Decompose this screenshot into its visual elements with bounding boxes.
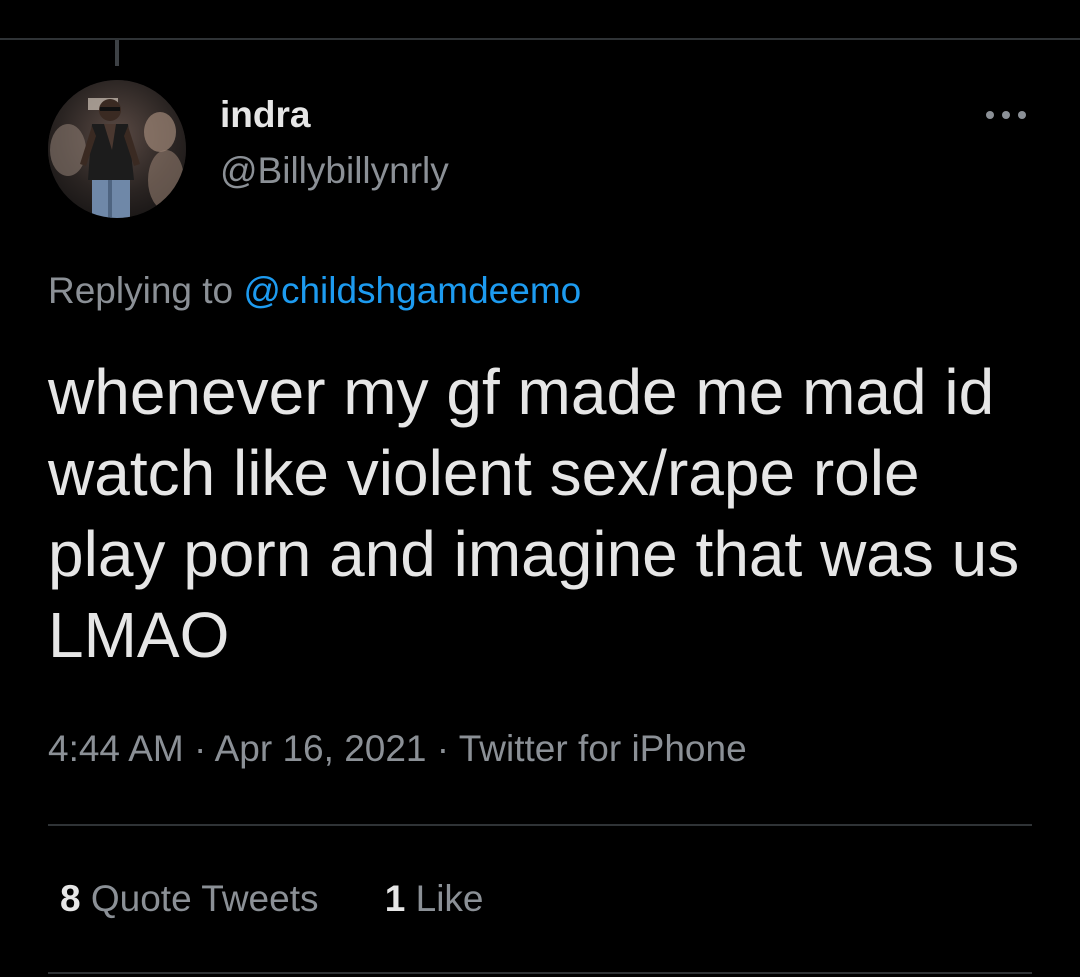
quote-tweets-count: 8 xyxy=(60,878,81,919)
likes-count: 1 xyxy=(384,878,406,919)
quote-tweets-label: Quote Tweets xyxy=(90,878,319,919)
replying-to-label: Replying to xyxy=(48,270,234,311)
tweet-text: whenever my gf made me mad id watch like… xyxy=(48,356,1020,671)
tweet-time[interactable]: 4:44 AM xyxy=(48,728,184,769)
avatar[interactable] xyxy=(48,80,186,218)
quote-tweets-stat[interactable]: 8 Quote Tweets xyxy=(60,876,318,922)
bottom-divider xyxy=(48,972,1032,974)
top-divider xyxy=(0,38,1080,40)
engagement-stats: 8 Quote Tweets 1 Like xyxy=(60,876,484,922)
author-display-name[interactable]: indra xyxy=(220,94,310,136)
more-options-button[interactable] xyxy=(980,100,1032,130)
thread-connector-line xyxy=(115,40,119,66)
avatar-photo xyxy=(48,80,186,218)
likes-label: Like xyxy=(415,878,484,919)
more-horizontal-icon xyxy=(986,111,1026,119)
author-handle[interactable]: @Billybillynrly xyxy=(220,150,449,192)
stats-divider xyxy=(48,824,1032,826)
likes-stat[interactable]: 1 Like xyxy=(385,876,484,922)
meta-separator: · xyxy=(436,728,450,769)
tweet-date[interactable]: Apr 16, 2021 xyxy=(215,728,427,769)
replying-to-line: Replying to @childshgamdeemo xyxy=(48,268,581,314)
tweet-metadata: 4:44 AM · Apr 16, 2021 · Twitter for iPh… xyxy=(48,726,747,772)
meta-separator: · xyxy=(194,728,207,769)
tweet-source[interactable]: Twitter for iPhone xyxy=(459,728,747,769)
reply-mention-link[interactable]: @childshgamdeemo xyxy=(243,270,581,311)
